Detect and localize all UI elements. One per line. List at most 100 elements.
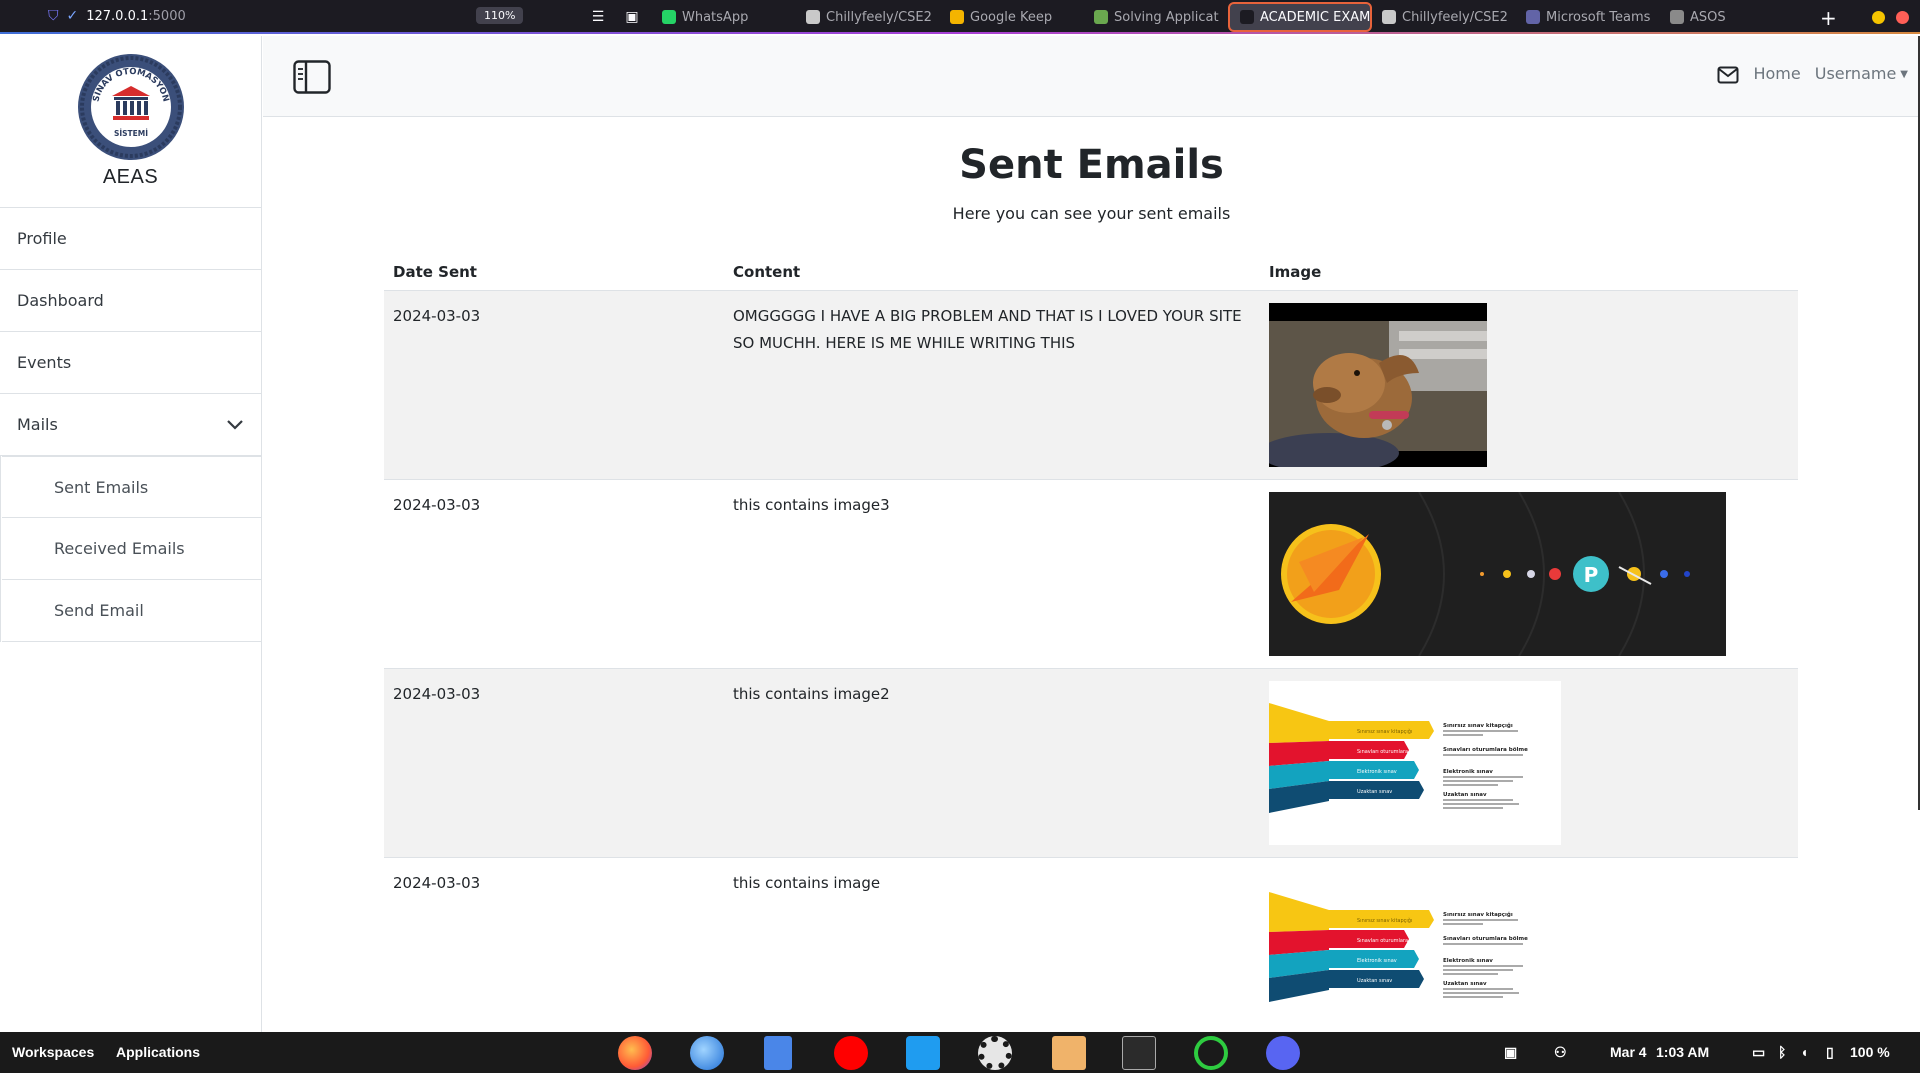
tab-favicon-icon (1240, 10, 1254, 24)
vscode-icon[interactable] (906, 1036, 940, 1070)
infographic-item-title: Sınavları oturumlara bölme (1443, 747, 1528, 753)
home-link[interactable]: Home (1753, 64, 1800, 83)
dog-photo-image[interactable] (1269, 302, 1487, 467)
firefox-icon[interactable] (618, 1036, 652, 1070)
content-cell: this contains image (724, 857, 1260, 1032)
exam-infographic-image[interactable]: Sınırsız sınav kitapçığı Sınavları oturu… (1269, 680, 1561, 845)
bookmark-star-icon[interactable]: ✓ (67, 8, 79, 24)
sidebar-item-received-emails[interactable]: Received Emails (2, 518, 261, 580)
tab-label: Chillyfeely/CSE2 (1402, 9, 1508, 25)
username-dropdown[interactable]: Username ▼ (1815, 64, 1908, 83)
infographic-bar-label: Sınırsız sınav kitapçığı (1357, 728, 1412, 735)
loading-icon[interactable] (1194, 1036, 1228, 1070)
url-text[interactable]: 127.0.0.1:5000 (86, 9, 186, 24)
sidebar-item-dashboard[interactable]: Dashboard (0, 270, 261, 332)
tab-label: Google Keep (970, 9, 1053, 25)
table-row: 2024-03-03 this contains image2 Sınırsız… (384, 668, 1798, 858)
date-cell: 2024-03-03 (384, 479, 724, 669)
url-bar[interactable]: ⛉ ✓ 127.0.0.1:5000 (48, 8, 186, 24)
browser-tab[interactable]: Microsoft Teams (1516, 2, 1660, 32)
infographic-item-title: Sınırsız sınav kitapçığı (1443, 912, 1513, 918)
table-header-row: Date Sent Content Image (384, 254, 1798, 291)
workspaces-button[interactable]: Workspaces (12, 1044, 94, 1060)
infographic-bar-label: Elektronik sınav (1357, 958, 1397, 964)
sidebar-item-sent-emails[interactable]: Sent Emails (2, 456, 261, 518)
image-cell: Sınırsız sınav kitapçığı Sınavları oturu… (1260, 668, 1798, 858)
logo-bottom-text: SİSTEMİ (113, 129, 147, 138)
infographic-item-title: Elektronik sınav (1443, 769, 1493, 775)
sidebar-item-label: Send Email (54, 601, 144, 620)
browser-tab[interactable]: ACADEMIC EXAM (1228, 2, 1372, 32)
logo-area: SINAV OTOMASYON SİSTEMİ AEAS (0, 36, 261, 208)
youtube-music-icon[interactable] (834, 1036, 868, 1070)
content-cell: this contains image3 (724, 479, 1260, 669)
browser-tab[interactable]: Chillyfeely/CSE2 (796, 2, 940, 32)
column-header-content: Content (724, 254, 1260, 291)
tab-favicon-icon (950, 10, 964, 24)
settings-icon[interactable] (978, 1036, 1012, 1070)
shield-icon[interactable]: ⛉ (48, 8, 59, 24)
bluetooth-icon[interactable]: ᛒ (1778, 1044, 1786, 1060)
username-label: Username (1814, 63, 1897, 83)
browser-toolbar: ⛉ ✓ 127.0.0.1:5000 110% ☰ ▣ WhatsApp Chil… (0, 0, 1920, 34)
column-header-date: Date Sent (384, 254, 724, 291)
screen-icon[interactable]: ▭ (1752, 1044, 1765, 1061)
sidebar-item-mails[interactable]: Mails (0, 394, 261, 456)
infographic-item-title: Sınırsız sınav kitapçığı (1443, 723, 1513, 729)
time-label[interactable]: 1:03 AM (1656, 1044, 1709, 1060)
gamepad-icon[interactable]: ⚇ (1554, 1044, 1567, 1061)
infographic-bar-label: Elektronik sınav (1357, 769, 1397, 775)
table-row: 2024-03-03 OMGGGGG I HAVE A BIG PROBLEM … (384, 290, 1798, 480)
image-cell: Sınırsız sınav kitapçığı Sınavları oturu… (1260, 857, 1798, 1032)
sidebar-toggle-icon[interactable] (293, 60, 331, 94)
menu-icon[interactable]: ☰ (590, 9, 606, 25)
thunderbird-icon[interactable] (690, 1036, 724, 1070)
applications-button[interactable]: Applications (116, 1044, 200, 1060)
volume-icon[interactable]: ◖ (1800, 1044, 1808, 1060)
sent-emails-table: Date Sent Content Image 2024-03-03 OMGGG… (384, 254, 1798, 1032)
planets-illustration-image[interactable]: P (1269, 491, 1726, 656)
notifications-icon[interactable]: ▣ (1504, 1044, 1517, 1061)
tab-manager-icon[interactable]: ▣ (624, 9, 640, 25)
tab-favicon-icon (1670, 10, 1684, 24)
sidebar-item-events[interactable]: Events (0, 332, 261, 394)
tab-label: ASOS (1690, 9, 1726, 25)
tab-favicon-icon (806, 10, 820, 24)
toolbar-accent-line (0, 32, 1920, 34)
browser-tab[interactable]: Solving Applicat (1084, 2, 1228, 32)
browser-tab[interactable]: ASOS (1660, 2, 1804, 32)
sidebar-item-profile[interactable]: Profile (0, 208, 261, 270)
tab-label: Chillyfeely/CSE2 (826, 9, 932, 25)
sidebar-item-send-email[interactable]: Send Email (2, 580, 261, 642)
battery-icon[interactable]: ▯ (1826, 1044, 1834, 1061)
close-button[interactable] (1896, 11, 1909, 24)
minimize-button[interactable] (1872, 11, 1885, 24)
browser-tab[interactable]: Google Keep (940, 2, 1084, 32)
image-cell (1260, 290, 1798, 480)
image-cell: P (1260, 479, 1798, 669)
zoom-level[interactable]: 110% (476, 7, 524, 24)
tab-label: ACADEMIC EXAM (1260, 9, 1371, 25)
date-cell: 2024-03-03 (384, 290, 724, 480)
browser-tab[interactable]: Chillyfeely/CSE2 (1372, 2, 1516, 32)
infographic-item-title: Uzaktan sınav (1443, 792, 1487, 798)
package-icon[interactable] (1052, 1036, 1086, 1070)
terminal-icon[interactable] (1122, 1036, 1156, 1070)
tab-favicon-icon (1526, 10, 1540, 24)
browser-tab[interactable]: WhatsApp (652, 2, 796, 32)
infographic-bar-label: Uzaktan sınav (1357, 789, 1392, 795)
logo-icon[interactable]: SINAV OTOMASYON SİSTEMİ (76, 52, 186, 162)
tab-label: Solving Applicat (1114, 9, 1219, 25)
date-label[interactable]: Mar 4 (1610, 1044, 1647, 1060)
main-content: Sent Emails Here you can see your sent e… (263, 118, 1920, 1032)
exam-infographic-image[interactable]: Sınırsız sınav kitapçığı Sınavları oturu… (1269, 869, 1561, 1033)
new-tab-icon[interactable]: + (1820, 6, 1837, 30)
table-row: 2024-03-03 this contains image Sınırsız … (384, 857, 1798, 1032)
battery-level: 100 % (1850, 1044, 1890, 1060)
discord-icon[interactable] (1266, 1036, 1300, 1070)
mail-icon[interactable] (1717, 66, 1739, 84)
tab-favicon-icon (1382, 10, 1396, 24)
page-title: Sent Emails (959, 142, 1224, 188)
sidebar-item-label: Received Emails (54, 539, 185, 558)
files-icon[interactable] (764, 1036, 792, 1070)
